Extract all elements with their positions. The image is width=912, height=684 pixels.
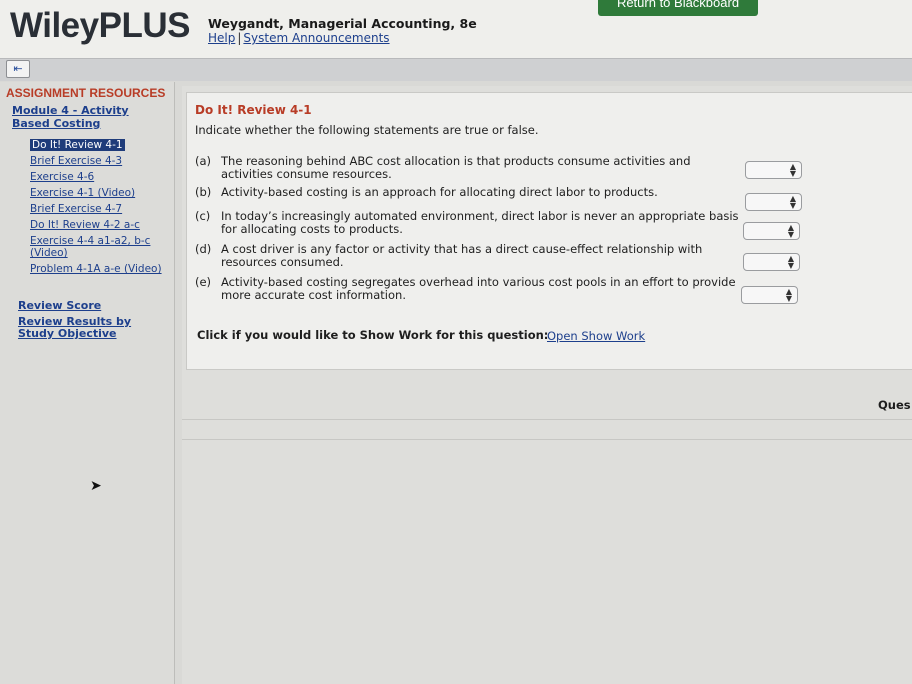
select-arrows-icon: ▲ ▼ [789, 162, 796, 178]
help-link[interactable]: Help [208, 31, 235, 45]
statement-text: The reasoning behind ABC cost allocation… [221, 154, 691, 181]
resource-item-do-it-review-4-1[interactable]: Do It! Review 4-1 [30, 139, 125, 151]
return-to-blackboard-button[interactable]: Return to Blackboard [598, 0, 758, 16]
divider [182, 419, 912, 420]
resource-item-exercise-4-6[interactable]: Exercise 4-6 [30, 171, 170, 183]
select-arrows-icon: ▲ ▼ [785, 287, 792, 303]
true-false-select-a[interactable]: ▲ ▼ [745, 161, 802, 179]
assignment-resources-sidebar: ASSIGNMENT RESOURCES Module 4 - Activity… [0, 82, 175, 684]
resource-item-brief-exercise-4-3[interactable]: Brief Exercise 4-3 [30, 155, 170, 167]
sidebar-title: ASSIGNMENT RESOURCES [6, 86, 166, 100]
resource-item-do-it-review-4-2[interactable]: Do It! Review 4-2 a-c [30, 219, 170, 231]
statement-text: Activity-based costing is an approach fo… [221, 185, 658, 199]
collapse-sidebar-icon[interactable]: ⇤ [6, 60, 30, 78]
resource-item-brief-exercise-4-7[interactable]: Brief Exercise 4-7 [30, 203, 170, 215]
toolbar: ⇤ [0, 58, 912, 81]
open-show-work-link[interactable]: Open Show Work [547, 329, 645, 343]
mouse-pointer-icon: ➤ [90, 478, 102, 494]
system-announcements-link[interactable]: System Announcements [243, 31, 389, 45]
wileyplus-logo: WileyPLUS [10, 6, 190, 45]
divider [182, 439, 912, 440]
statement-text: In today’s increasingly automated enviro… [221, 209, 739, 236]
statement-text: Activity-based costing segregates overhe… [221, 275, 736, 302]
question-instruction: Indicate whether the following statement… [195, 123, 539, 137]
statement-letter: (c) [195, 209, 211, 223]
resource-list: Do It! Review 4-1 Brief Exercise 4-3 Exe… [30, 133, 170, 279]
show-work-prompt: Click if you would like to Show Work for… [197, 328, 549, 342]
statement-letter: (a) [195, 154, 212, 168]
question-footer-label: Ques [878, 398, 911, 412]
statement-text: A cost driver is any factor or activity … [221, 242, 703, 269]
resource-item-exercise-4-4[interactable]: Exercise 4-4 a1-a2, b-c (Video) [30, 235, 170, 259]
module-link[interactable]: Module 4 - Activity Based Costing [12, 104, 142, 130]
statement-letter: (e) [195, 275, 212, 289]
true-false-select-d[interactable]: ▲ ▼ [743, 253, 800, 271]
review-results-link[interactable]: Review Results by Study Objective [18, 316, 168, 340]
true-false-select-b[interactable]: ▲ ▼ [745, 193, 802, 211]
true-false-select-c[interactable]: ▲ ▼ [743, 222, 800, 240]
select-arrows-icon: ▲ ▼ [787, 223, 794, 239]
question-title: Do It! Review 4-1 [195, 103, 312, 117]
statement-letter: (b) [195, 185, 212, 199]
question-panel: Do It! Review 4-1 Indicate whether the f… [186, 92, 912, 370]
select-arrows-icon: ▲ ▼ [787, 254, 794, 270]
review-score-link[interactable]: Review Score [18, 299, 101, 312]
statement-letter: (d) [195, 242, 212, 256]
select-arrows-icon: ▲ ▼ [789, 194, 796, 210]
header-links: Help | System Announcements [208, 31, 390, 45]
resource-item-problem-4-1a[interactable]: Problem 4-1A a-e (Video) [30, 263, 170, 275]
resource-item-exercise-4-1-video[interactable]: Exercise 4-1 (Video) [30, 187, 170, 199]
book-title: Weygandt, Managerial Accounting, 8e [208, 16, 477, 31]
main-content: Do It! Review 4-1 Indicate whether the f… [182, 86, 912, 684]
header: WileyPLUS Weygandt, Managerial Accountin… [0, 0, 912, 58]
true-false-select-e[interactable]: ▲ ▼ [741, 286, 798, 304]
